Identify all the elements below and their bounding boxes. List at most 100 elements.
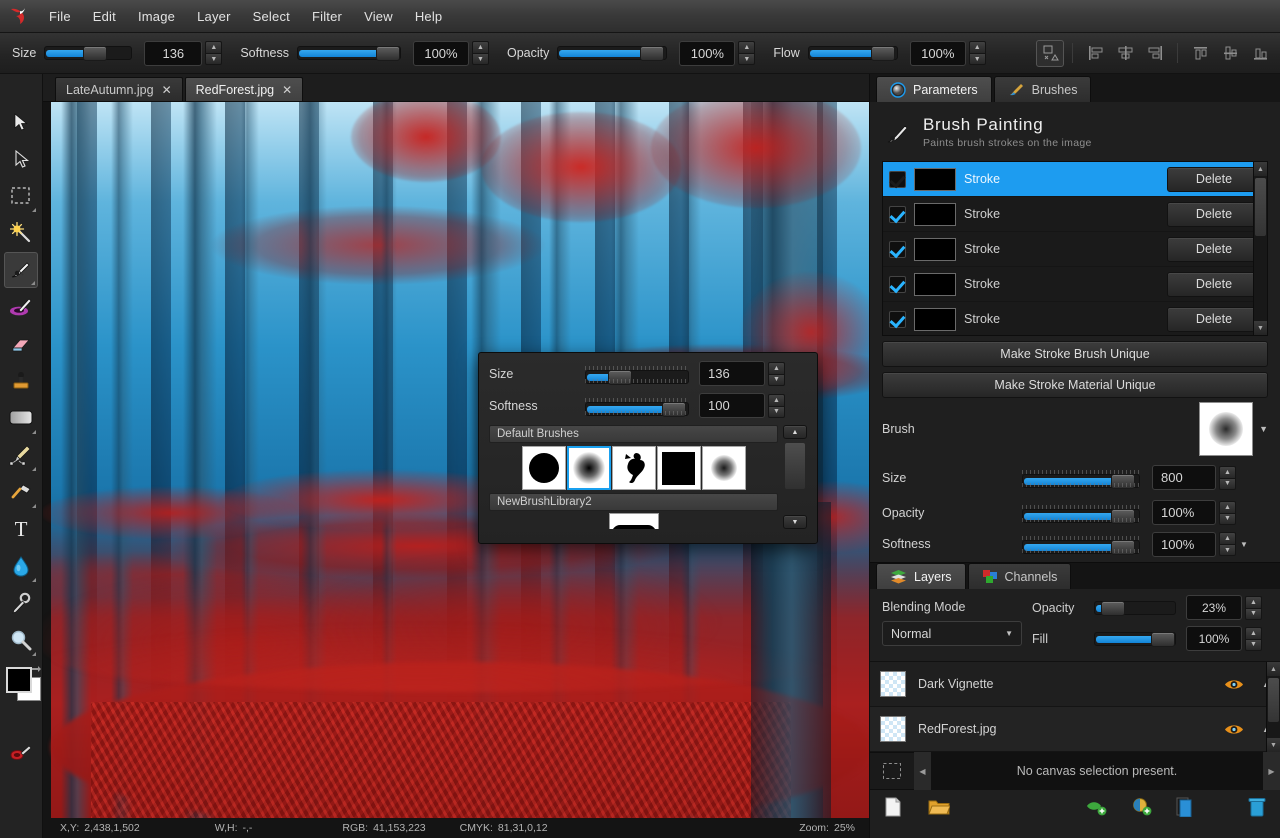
tool-blur-tool[interactable] <box>4 548 38 584</box>
menu-layer[interactable]: Layer <box>186 5 242 28</box>
brush-softness-stepper[interactable]: ▲▼ <box>1219 532 1236 556</box>
brush-size-stepper[interactable]: ▲▼ <box>1219 466 1236 490</box>
params-scroll-down-icon[interactable]: ▼ <box>1240 540 1248 549</box>
tool-text-tool[interactable]: T <box>4 511 38 547</box>
brush-settings-popup[interactable]: Size 136 ▲▼ Softness <box>478 352 818 544</box>
layer-fill-slider[interactable] <box>1094 632 1176 646</box>
stroke-visibility-checkbox[interactable] <box>889 171 906 188</box>
layer-thumbnail[interactable] <box>880 716 906 742</box>
tool-node-select-tool[interactable] <box>4 141 38 177</box>
chevron-left-icon[interactable]: ◀ <box>914 752 931 790</box>
layer-opacity-value[interactable]: 23% <box>1186 595 1242 620</box>
popup-size-value[interactable]: 136 <box>699 361 765 386</box>
stroke-delete-button[interactable]: Delete <box>1167 237 1261 262</box>
foreground-color-swatch[interactable] <box>6 667 32 693</box>
scrollbar-thumb[interactable] <box>785 443 805 489</box>
layer-list[interactable]: Dark Vignette ▲ RedForest.jpg ▲ <box>870 661 1280 752</box>
menu-edit[interactable]: Edit <box>82 5 127 28</box>
trash-icon[interactable] <box>1248 797 1266 817</box>
tool-clone-stamp-tool[interactable] <box>4 363 38 399</box>
brush-opacity-stepper[interactable]: ▲▼ <box>1219 501 1236 525</box>
menu-file[interactable]: File <box>38 5 82 28</box>
tool-eyedropper-tool[interactable] <box>4 585 38 621</box>
align-center-h-icon[interactable] <box>1111 40 1139 67</box>
eye-icon[interactable] <box>1224 678 1244 691</box>
brush-size-value[interactable]: 800 <box>1152 465 1216 490</box>
softness-stepper[interactable]: ▲▼ <box>472 41 489 65</box>
brush-seahorse[interactable] <box>612 446 656 490</box>
layer-row[interactable]: RedForest.jpg ▲ <box>870 707 1280 752</box>
stroke-delete-button[interactable]: Delete <box>1167 167 1261 192</box>
chevron-down-icon[interactable]: ▼ <box>1259 424 1268 434</box>
brush-library-2-header[interactable]: NewBrushLibrary2 <box>489 493 778 511</box>
scroll-up-icon[interactable]: ▲ <box>1254 162 1267 176</box>
stroke-row[interactable]: Stroke Delete <box>883 232 1267 267</box>
open-folder-icon[interactable] <box>928 798 950 816</box>
stroke-visibility-checkbox[interactable] <box>889 241 906 258</box>
flow-value[interactable]: 100% <box>910 41 966 66</box>
flow-stepper[interactable]: ▲▼ <box>969 41 986 65</box>
tool-eraser-tool[interactable] <box>4 326 38 362</box>
layer-fill-stepper[interactable]: ▲▼ <box>1245 627 1262 651</box>
document-tab-redforest[interactable]: RedForest.jpg ✕ <box>185 77 304 101</box>
make-stroke-brush-unique-button[interactable]: Make Stroke Brush Unique <box>882 341 1268 367</box>
align-left-icon[interactable] <box>1081 40 1109 67</box>
tab-channels[interactable]: Channels <box>968 563 1072 589</box>
popup-size-slider[interactable] <box>585 366 689 382</box>
softness-slider[interactable] <box>297 46 401 60</box>
scroll-up-icon[interactable]: ▲ <box>783 425 807 439</box>
add-adjustment-icon[interactable] <box>1132 797 1152 817</box>
opacity-value[interactable]: 100% <box>679 41 735 66</box>
menu-image[interactable]: Image <box>127 5 186 28</box>
new-document-icon[interactable] <box>884 797 902 817</box>
scroll-down-icon[interactable]: ▼ <box>783 515 807 529</box>
stroke-color-swatch[interactable] <box>914 168 956 191</box>
brush-size-slider[interactable] <box>1022 470 1140 486</box>
stroke-visibility-checkbox[interactable] <box>889 276 906 293</box>
layer-thumbnail[interactable] <box>880 671 906 697</box>
stroke-visibility-checkbox[interactable] <box>889 206 906 223</box>
tab-parameters[interactable]: Parameters <box>876 76 992 102</box>
tool-paint-bucket-tool[interactable] <box>4 735 38 771</box>
brush-hard-round[interactable] <box>522 446 566 490</box>
tool-gradient-tool[interactable] <box>4 400 38 436</box>
menu-filter[interactable]: Filter <box>301 5 353 28</box>
tool-zoom-tool[interactable] <box>4 622 38 658</box>
scrollbar-thumb[interactable] <box>1255 178 1266 236</box>
brush-softness-slider[interactable] <box>1022 536 1140 552</box>
duplicate-layer-icon[interactable] <box>1176 797 1193 817</box>
menu-view[interactable]: View <box>353 5 404 28</box>
swap-colors-icon[interactable] <box>30 664 42 676</box>
stroke-delete-button[interactable]: Delete <box>1167 307 1261 332</box>
brush-library-1-header[interactable]: Default Brushes <box>489 425 778 443</box>
chevron-right-icon[interactable]: ▶ <box>1263 752 1280 790</box>
document-tab-lateautumn[interactable]: LateAutumn.jpg ✕ <box>55 77 183 101</box>
stroke-list[interactable]: Stroke Delete Stroke Delete Stroke Delet… <box>882 161 1268 336</box>
tab-layers[interactable]: Layers <box>876 563 966 589</box>
stroke-color-swatch[interactable] <box>914 238 956 261</box>
size-slider[interactable] <box>44 46 132 60</box>
stroke-row[interactable]: Stroke Delete <box>883 267 1267 302</box>
layer-fill-value[interactable]: 100% <box>1186 626 1242 651</box>
flow-slider[interactable] <box>808 46 898 60</box>
popup-size-stepper[interactable]: ▲▼ <box>768 362 785 386</box>
tool-move-tool[interactable] <box>4 104 38 140</box>
snap-to-icon[interactable] <box>1036 40 1064 67</box>
blending-mode-select[interactable]: Normal ▼ <box>882 621 1022 646</box>
layer-opacity-slider[interactable] <box>1094 601 1176 615</box>
brush-grid-scrollbar[interactable]: ▲ ▼ <box>783 425 807 529</box>
popup-softness-slider[interactable] <box>585 398 689 414</box>
align-bottom-icon[interactable] <box>1246 40 1274 67</box>
chevron-down-icon[interactable]: ▼ <box>1005 629 1013 638</box>
stroke-color-swatch[interactable] <box>914 308 956 331</box>
align-right-icon[interactable] <box>1141 40 1169 67</box>
tool-magic-wand-tool[interactable] <box>4 215 38 251</box>
menu-help[interactable]: Help <box>404 5 454 28</box>
align-middle-v-icon[interactable] <box>1216 40 1244 67</box>
canvas-area[interactable]: Size 136 ▲▼ Softness <box>43 102 869 818</box>
opacity-stepper[interactable]: ▲▼ <box>738 41 755 65</box>
tab-brushes[interactable]: Brushes <box>994 76 1092 102</box>
make-stroke-material-unique-button[interactable]: Make Stroke Material Unique <box>882 372 1268 398</box>
opacity-slider[interactable] <box>557 46 667 60</box>
tool-brush-tool[interactable] <box>4 252 38 288</box>
